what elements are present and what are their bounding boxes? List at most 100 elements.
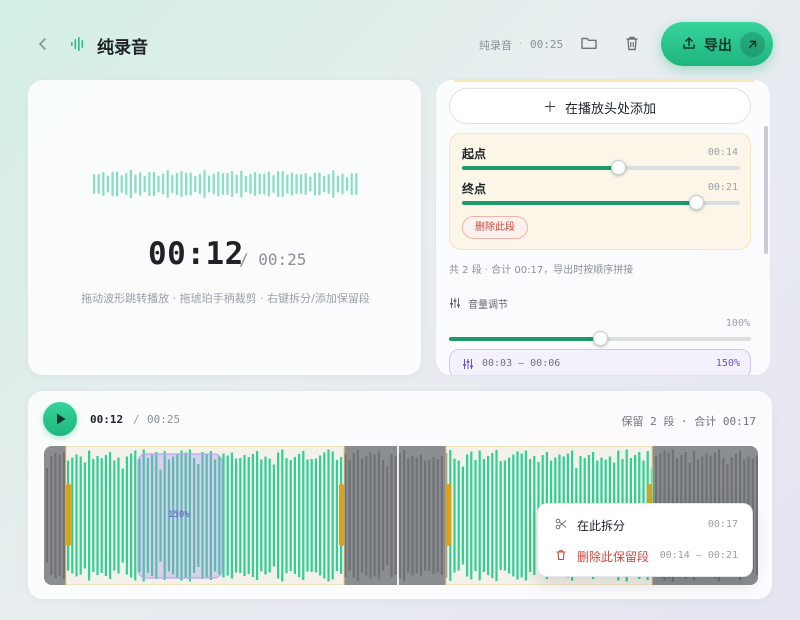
wave-bar [508, 457, 511, 574]
mini-wave-bar [102, 172, 105, 196]
file-duration: 00:25 [530, 38, 564, 51]
wave-bar [293, 457, 296, 574]
page-title: 纯录音 [97, 38, 148, 58]
wave-bar [352, 453, 355, 578]
mini-wave-bar [212, 173, 215, 195]
wave-bar [398, 453, 401, 578]
delete-recording-button[interactable] [624, 35, 640, 52]
mini-waveform[interactable] [93, 170, 358, 198]
wave-bar [314, 458, 317, 573]
start-time: 00:14 [707, 147, 738, 158]
panel-scrollbar[interactable] [764, 80, 769, 375]
play-icon [57, 413, 66, 425]
mini-wave-bar [129, 170, 132, 198]
wave-bar [344, 454, 347, 577]
back-button[interactable] [34, 34, 52, 54]
wave-bar [323, 452, 326, 579]
mini-wave-bar [198, 174, 201, 194]
trim-handle [339, 484, 344, 546]
wave-bar [58, 455, 61, 576]
export-label: 导出 [704, 38, 732, 54]
wave-bar [478, 450, 481, 581]
wave-bar [277, 452, 280, 579]
segment-panel: ＋ 在播放头处添加 起点 00:14 终点 00:21 删除此段 共 2 段 ·… [435, 79, 771, 376]
wave-bar [470, 451, 473, 580]
wave-bar [239, 458, 242, 573]
wave-bar [512, 454, 515, 577]
start-slider[interactable] [462, 160, 740, 175]
export-button[interactable]: 导出 [661, 22, 773, 66]
wave-bar [361, 458, 364, 573]
mini-wave-bar [355, 173, 358, 195]
delete-keep-segment-label: 删除此保留段 [577, 550, 650, 564]
volume-slider[interactable] [449, 331, 751, 346]
delete-keep-segment-menu-item[interactable]: 删除此保留段 00:14 – 00:21 [538, 541, 754, 571]
sliders-icon [463, 359, 473, 369]
volume-label: 音量调节 [468, 300, 508, 311]
wave-bar [96, 456, 99, 575]
mini-wave-bar [231, 171, 234, 197]
wave-bar [125, 456, 128, 575]
end-slider[interactable] [462, 195, 740, 210]
wave-bar [365, 455, 368, 576]
wave-bar [235, 458, 238, 573]
wave-bar [457, 460, 460, 571]
mini-wave-bar [318, 172, 321, 196]
header: 纯录音 纯录音 · 00:25 导出 [0, 0, 800, 90]
wave-bar [382, 460, 385, 571]
mini-wave-bar [286, 174, 289, 194]
wave-bar [755, 455, 758, 576]
volume-range-percent: 150% [715, 358, 740, 369]
wave-bar [272, 464, 275, 567]
wave-bar [46, 468, 49, 563]
upload-icon [683, 37, 695, 49]
wave-bar [130, 453, 133, 578]
arrow-up-right-icon [740, 32, 765, 57]
delete-keep-segment-range: 00:14 – 00:21 [659, 550, 738, 561]
add-at-playhead-button[interactable]: ＋ 在播放头处添加 [449, 88, 751, 124]
wave-bar [466, 454, 469, 577]
mini-wave-bar [281, 171, 284, 197]
mini-wave-bar [148, 172, 151, 196]
mini-wave-bar [208, 175, 211, 193]
end-slider-thumb[interactable] [688, 195, 704, 210]
mini-wave-bar [341, 173, 344, 195]
volume-slider-thumb[interactable] [593, 331, 608, 346]
wave-bar [356, 450, 359, 581]
wave-bar [533, 456, 536, 575]
mini-wave-bar [277, 171, 280, 197]
timeline-current-time: 00:12 [90, 413, 124, 426]
sliders-icon [450, 298, 460, 308]
waveform-icon [71, 37, 84, 51]
start-slider-thumb[interactable] [610, 160, 626, 175]
keep-summary: 保留 2 段 · 合计 00:17 [621, 415, 756, 428]
wave-bar [256, 451, 259, 580]
trash-icon [626, 36, 638, 51]
wave-bar [117, 457, 120, 574]
segments-summary: 共 2 段 · 合计 00:17，导出时按顺序拼接 [449, 265, 634, 276]
panel-top-strip [454, 80, 754, 82]
wave-bar [268, 458, 271, 573]
wave-bar [88, 450, 91, 581]
volume-range-item[interactable]: 00:03 – 00:06 150% [449, 349, 751, 375]
wave-bar [243, 455, 246, 576]
wave-bar [251, 454, 254, 577]
open-folder-button[interactable] [580, 35, 598, 51]
split-here-menu-item[interactable]: 在此拆分 00:17 [538, 510, 754, 540]
wave-bar [331, 451, 334, 580]
play-button[interactable] [43, 402, 77, 436]
mini-wave-bar [226, 173, 229, 195]
wave-bar [428, 460, 431, 571]
volume-slider-fill [449, 337, 600, 341]
mini-wave-bar [327, 174, 330, 194]
split-here-label: 在此拆分 [577, 519, 626, 533]
scrollbar-thumb[interactable] [764, 126, 768, 254]
wave-bar [298, 454, 301, 577]
delete-segment-button[interactable]: 删除此段 [462, 216, 528, 239]
mini-wave-bar [235, 174, 238, 194]
mini-wave-bar [323, 176, 326, 192]
mini-wave-bar [139, 172, 142, 196]
wave-bar [516, 451, 519, 580]
current-time: 00:12 [148, 236, 244, 272]
mini-wave-bar [217, 171, 220, 197]
